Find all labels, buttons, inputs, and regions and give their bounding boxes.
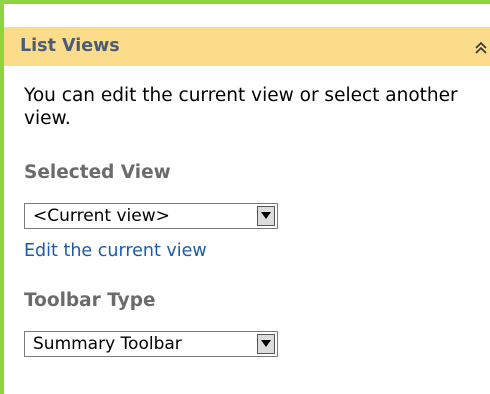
toolbar-type-value: Summary Toolbar	[33, 334, 182, 354]
list-views-panel: List Views You can edit the current view…	[0, 0, 490, 394]
panel-title: List Views	[20, 36, 120, 56]
edit-current-view-link[interactable]: Edit the current view	[24, 241, 207, 261]
double-chevron-up-icon[interactable]	[474, 40, 488, 56]
panel-top-border	[0, 0, 490, 4]
selected-view-dropdown[interactable]: <Current view>	[24, 203, 278, 229]
toolbar-type-dropdown[interactable]: Summary Toolbar	[24, 331, 278, 357]
selected-view-value: <Current view>	[33, 206, 170, 226]
selected-view-label: Selected View	[24, 162, 171, 183]
toolbar-type-label: Toolbar Type	[24, 290, 156, 311]
dropdown-arrow-icon[interactable]	[257, 334, 275, 354]
dropdown-arrow-icon[interactable]	[257, 206, 275, 226]
panel-description: You can edit the current view or select …	[24, 85, 458, 129]
